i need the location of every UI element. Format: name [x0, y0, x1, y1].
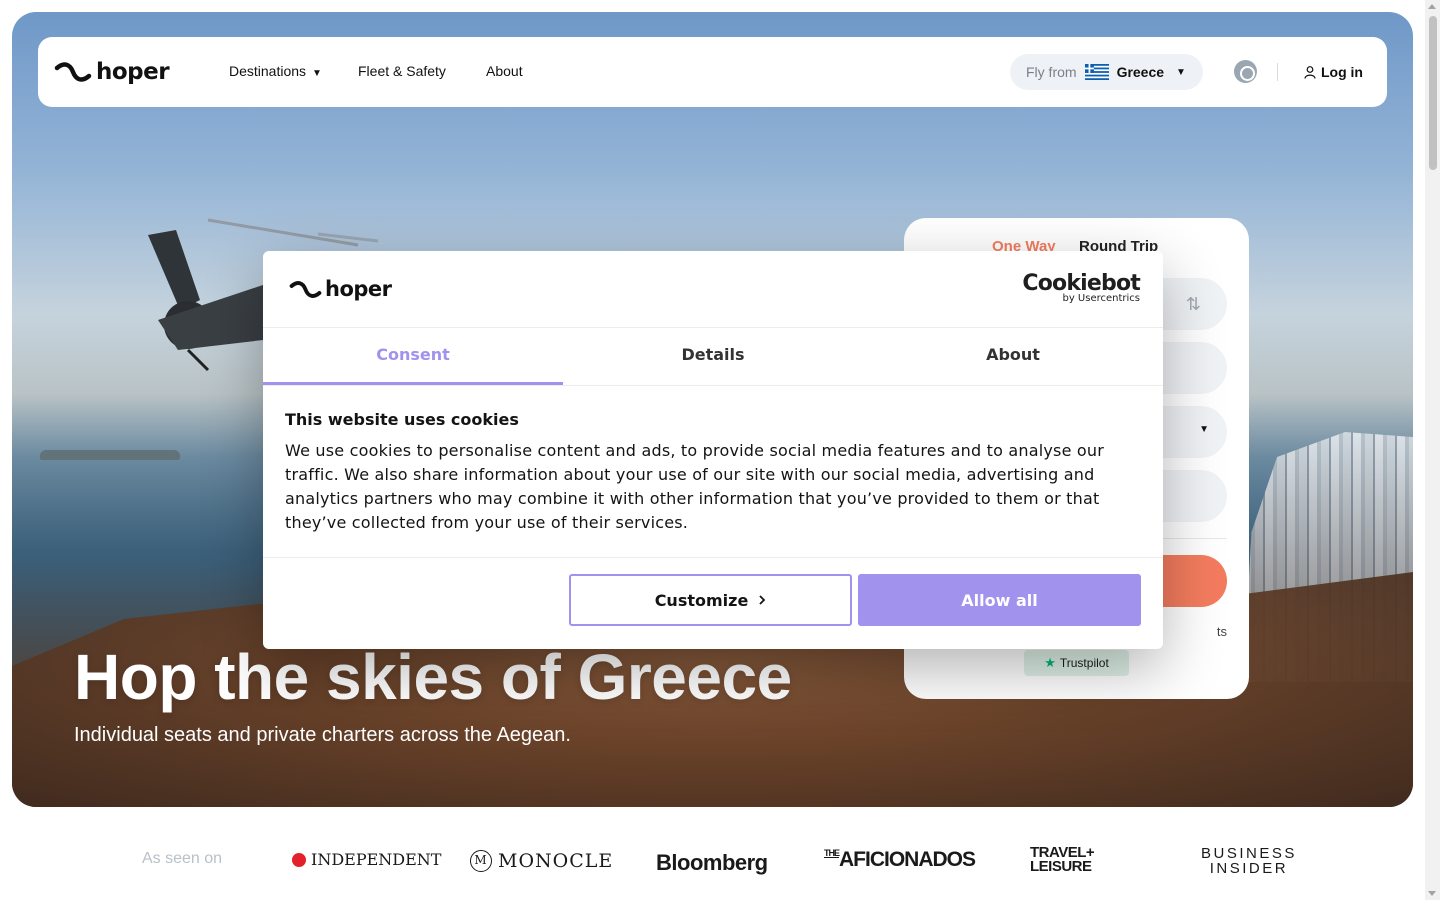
allow-all-button[interactable]: Allow all	[858, 574, 1141, 626]
whatsapp-icon[interactable]	[1234, 60, 1257, 83]
nav-about[interactable]: About	[486, 63, 523, 79]
cookie-consent-dialog: hoper Cookiebot by Usercentrics Consent …	[263, 251, 1163, 649]
footer-divider	[263, 557, 1163, 558]
scrollbar-thumb[interactable]	[1429, 16, 1437, 170]
insider-text: INSIDER	[1209, 860, 1289, 877]
chevron-down-icon: ▼	[1199, 424, 1209, 435]
aficionados-the: THE	[824, 848, 840, 858]
as-seen-on-label: As seen on	[142, 850, 223, 867]
hero-subtitle: Individual seats and private charters ac…	[74, 724, 571, 746]
tabs-bottom-divider	[263, 385, 1163, 386]
monocle-text: MONOCLE	[498, 850, 614, 872]
monocle-emblem-icon: M	[470, 850, 492, 872]
cookie-body-text: We use cookies to personalise content an…	[285, 441, 1105, 532]
hoper-mark-icon	[54, 62, 92, 82]
customize-label: Customize	[654, 590, 749, 610]
star-icon: ★	[1044, 655, 1056, 670]
business-insider-logo: BUSINESS INSIDER	[1201, 846, 1297, 876]
nav-separator	[1277, 63, 1278, 81]
user-icon	[1304, 65, 1316, 79]
modal-hoper-wordmark: hoper	[325, 277, 392, 301]
nav-destinations-label: Destinations	[229, 63, 307, 79]
greece-flag-icon	[1084, 64, 1109, 80]
chevron-right-icon	[759, 595, 766, 605]
chevron-down-icon: ▼	[1176, 66, 1186, 78]
nav-destinations[interactable]: Destinations ▼	[229, 63, 322, 79]
top-navbar: hoper Destinations ▼ Fleet & Safety About…	[38, 37, 1387, 107]
tab-consent[interactable]: Consent	[263, 328, 563, 385]
travel-leisure-logo: TRAVEL+ LEISURE	[1030, 845, 1095, 875]
cookiebot-logo[interactable]: Cookiebot by Usercentrics	[1022, 271, 1140, 304]
modal-hoper-logo: hoper	[289, 277, 392, 301]
monocle-logo: M MONOCLE	[470, 850, 613, 872]
hero-island	[40, 450, 180, 460]
scroll-up-icon[interactable]	[1428, 4, 1436, 9]
fly-from-label: Fly from	[1026, 64, 1077, 80]
nav-fleet-safety[interactable]: Fleet & Safety	[358, 63, 446, 79]
eagle-icon	[292, 852, 306, 867]
aficionados-logo: THEAFICIONADOS	[824, 848, 976, 872]
page-scrollbar[interactable]	[1425, 0, 1440, 900]
business-text: BUSINESS	[1201, 845, 1297, 862]
customize-button[interactable]: Customize	[569, 574, 852, 626]
trustpilot-label: Trustpilot	[1059, 656, 1109, 670]
trustpilot-badge[interactable]: ★ Trustpilot	[1024, 650, 1129, 676]
hoper-wordmark: hoper	[96, 59, 170, 85]
cookie-heading: This website uses cookies	[285, 410, 519, 429]
login-label: Log in	[1321, 64, 1363, 80]
leisure-text: LEISURE	[1030, 858, 1092, 875]
scroll-down-icon[interactable]	[1428, 891, 1436, 896]
hoper-mark-icon	[289, 280, 322, 298]
as-seen-on-strip: As seen on INDEPENDENT M MONOCLE Bloombe…	[0, 830, 1425, 890]
login-button[interactable]: Log in	[1304, 64, 1363, 80]
swap-icon[interactable]: ⇅	[1186, 294, 1201, 315]
bloomberg-logo: Bloomberg	[656, 850, 768, 875]
hero-title: Hop the skies of Greece	[74, 641, 792, 713]
tab-about[interactable]: About	[863, 328, 1163, 385]
independent-logo: INDEPENDENT	[292, 850, 441, 869]
hoper-logo[interactable]: hoper	[54, 57, 170, 87]
fly-from-selector[interactable]: Fly from Greece ▼	[1010, 54, 1203, 90]
fly-from-value: Greece	[1116, 64, 1165, 80]
tab-details[interactable]: Details	[563, 328, 863, 385]
chevron-down-icon: ▼	[312, 68, 322, 79]
independent-text: INDEPENDENT	[311, 850, 442, 869]
aficionados-text: AFICIONADOS	[839, 848, 976, 871]
